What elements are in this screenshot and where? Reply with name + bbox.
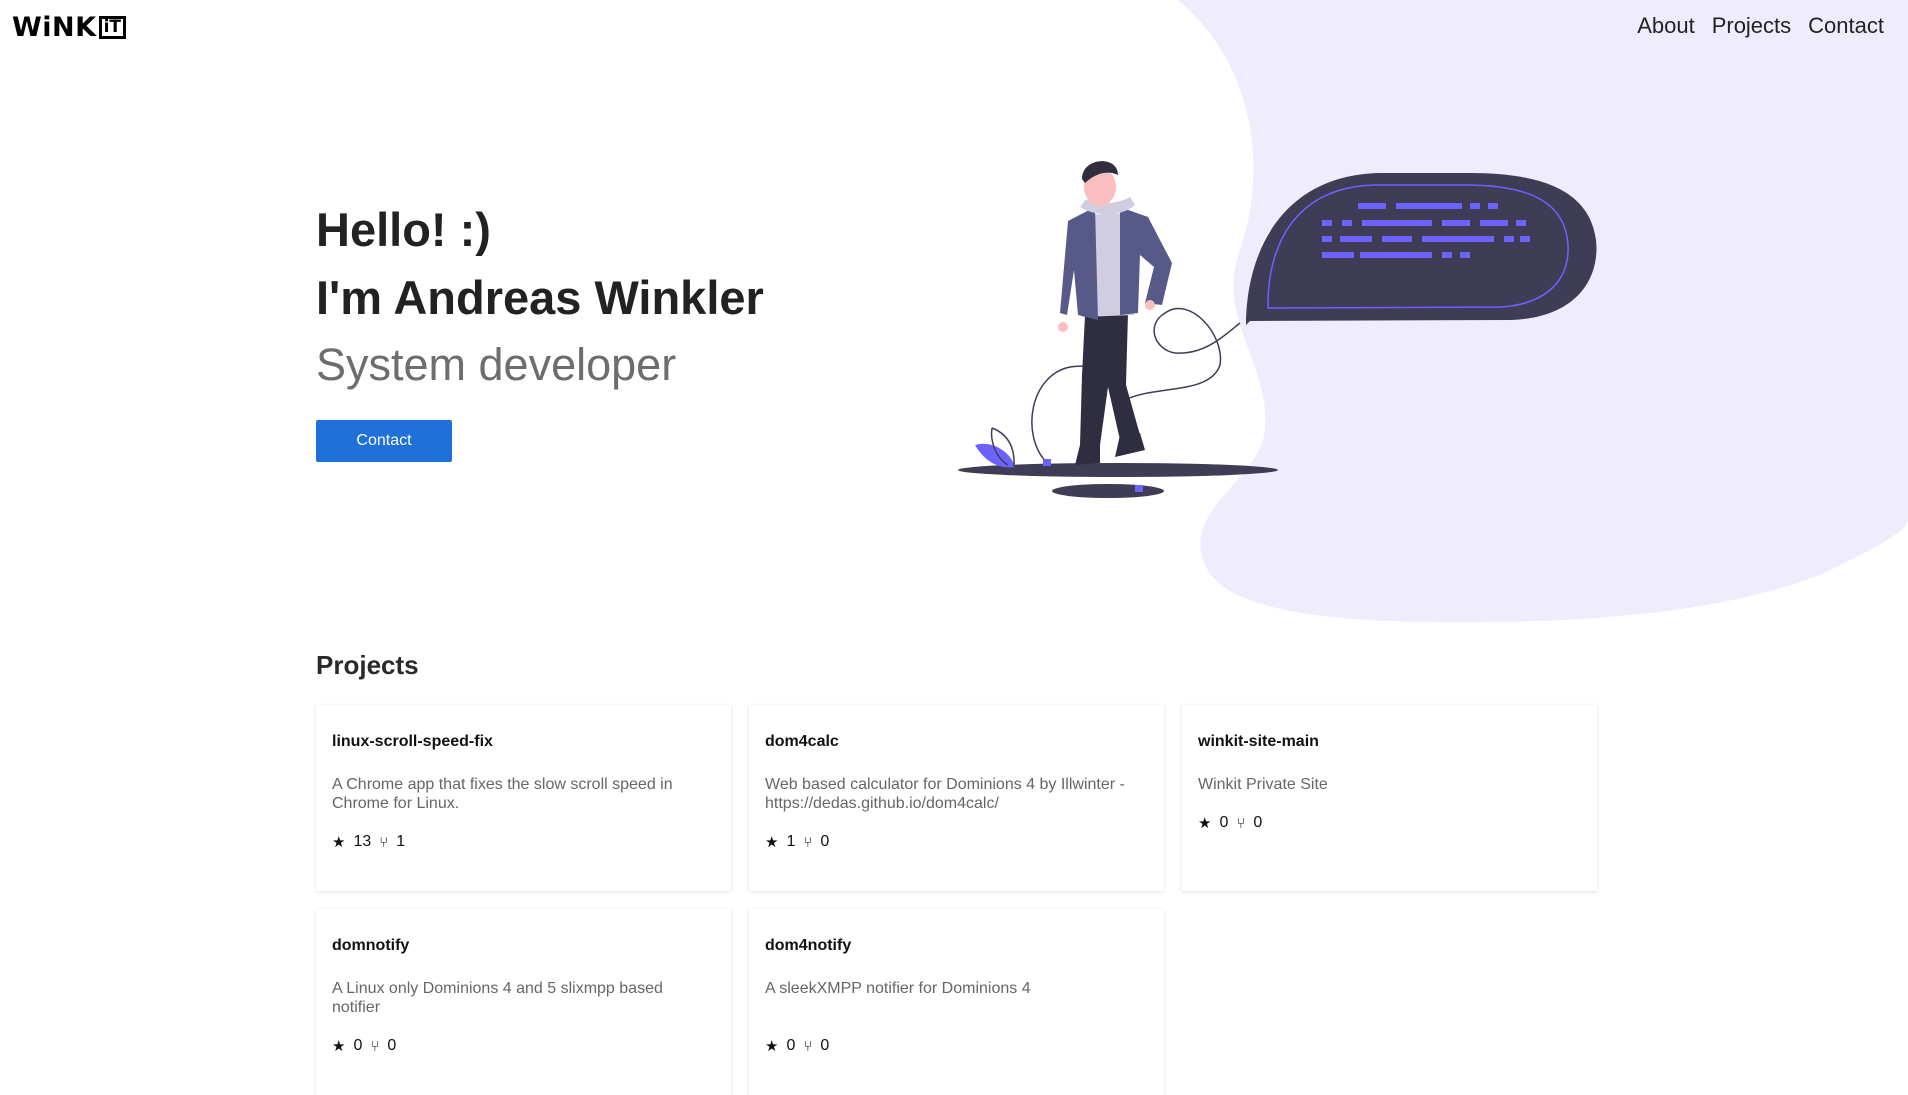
person-jacket-right xyxy=(1120,207,1172,315)
fork-count: 0 xyxy=(387,1037,397,1054)
projects-grid: linux-scroll-speed-fix A Chrome app that… xyxy=(316,705,1597,1095)
fork-count: 0 xyxy=(1253,814,1263,831)
project-description: Winkit Private Site xyxy=(1198,776,1328,793)
hero-role: System developer xyxy=(316,339,677,390)
star-icon: ★ xyxy=(332,1038,346,1055)
star-count: 0 xyxy=(353,1037,363,1054)
project-description: A Linux only Dominions 4 and 5 slixmpp b… xyxy=(332,980,663,1016)
fork-count: 0 xyxy=(820,1037,830,1054)
star-count: 13 xyxy=(353,833,372,850)
star-icon: ★ xyxy=(1198,815,1212,832)
nav-about-link[interactable]: About xyxy=(1637,13,1695,39)
person-shoe-left xyxy=(1075,445,1100,465)
hero-greeting: Hello! :) xyxy=(316,203,491,256)
project-stats: ★ 13 ⑂ 1 xyxy=(332,833,715,851)
star-count: 0 xyxy=(1219,814,1229,831)
fork-icon: ⑂ xyxy=(803,833,813,851)
fork-count: 1 xyxy=(396,833,406,850)
project-stats: ★ 0 ⑂ 0 xyxy=(332,1037,715,1055)
fork-count: 0 xyxy=(820,833,830,850)
project-card[interactable]: dom4calc Web based calculator for Domini… xyxy=(749,705,1164,891)
project-description: A sleekXMPP notifier for Dominions 4 xyxy=(765,980,1031,997)
logo-box: iT xyxy=(98,16,126,39)
logo-text: WiNK xyxy=(12,12,97,43)
projects-heading: Projects xyxy=(316,650,419,680)
fork-icon: ⑂ xyxy=(1236,814,1246,832)
project-card[interactable]: domnotify A Linux only Dominions 4 and 5… xyxy=(316,909,731,1095)
project-card[interactable]: dom4notify A sleekXMPP notifier for Domi… xyxy=(749,909,1164,1095)
star-icon: ★ xyxy=(332,834,346,851)
project-card[interactable]: winkit-site-main Winkit Private Site ★ 0… xyxy=(1182,705,1597,891)
plant-leaf xyxy=(975,443,1015,468)
hero-section: Hello! :) I'm Andreas Winkler System dev… xyxy=(316,196,764,462)
project-description: A Chrome app that fixes the slow scroll … xyxy=(332,776,673,812)
nav-contact-link[interactable]: Contact xyxy=(1808,13,1884,39)
star-icon: ★ xyxy=(765,1038,779,1055)
developer-illustration xyxy=(958,161,1597,498)
star-icon: ★ xyxy=(765,834,779,851)
speech-bubble xyxy=(1246,173,1597,325)
project-name[interactable]: domnotify xyxy=(332,937,715,961)
project-stats: ★ 0 ⑂ 0 xyxy=(765,1037,1148,1055)
project-name[interactable]: dom4calc xyxy=(765,733,1148,757)
star-count: 1 xyxy=(786,833,796,850)
fork-icon: ⑂ xyxy=(370,1037,380,1055)
project-name[interactable]: dom4notify xyxy=(765,937,1148,961)
site-header: WiNK iT About Projects Contact xyxy=(0,0,1908,56)
fork-icon: ⑂ xyxy=(803,1037,813,1055)
nav-projects-link[interactable]: Projects xyxy=(1712,13,1791,39)
project-name[interactable]: linux-scroll-speed-fix xyxy=(332,733,715,757)
project-stats: ★ 0 ⑂ 0 xyxy=(1198,814,1581,832)
hero-name: I'm Andreas Winkler xyxy=(316,271,764,324)
project-description: Web based calculator for Dominions 4 by … xyxy=(765,776,1125,812)
project-card[interactable]: linux-scroll-speed-fix A Chrome app that… xyxy=(316,705,731,891)
person-legs xyxy=(1080,313,1140,445)
project-name[interactable]: winkit-site-main xyxy=(1198,733,1581,757)
ground-shadow-small xyxy=(1052,484,1164,498)
star-count: 0 xyxy=(786,1037,796,1054)
main-nav: About Projects Contact xyxy=(1637,13,1884,39)
project-stats: ★ 1 ⑂ 0 xyxy=(765,833,1148,851)
person-jacket-left xyxy=(1060,207,1098,320)
brand-logo[interactable]: WiNK iT xyxy=(12,12,126,43)
fork-icon: ⑂ xyxy=(379,833,389,851)
contact-button[interactable]: Contact xyxy=(316,420,452,462)
